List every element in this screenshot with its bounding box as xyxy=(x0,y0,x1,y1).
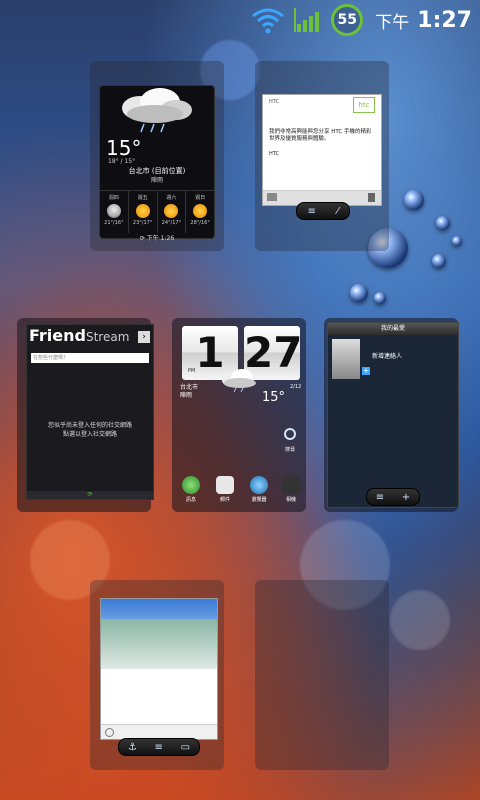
cloud-icon xyxy=(222,369,256,392)
title-light: Stream xyxy=(85,330,130,344)
water-drop xyxy=(436,216,450,230)
clock-ampm: PM xyxy=(188,368,196,374)
screen-thumbnail-7[interactable] xyxy=(255,580,389,770)
map-search-bar[interactable] xyxy=(101,724,217,739)
add-icon[interactable]: + xyxy=(402,492,410,503)
clock-widget[interactable]: 1 27 PM 台北市 陣雨 15° 2/12 xyxy=(178,326,302,406)
clock-condition: 陣雨 xyxy=(180,392,193,399)
note-header: HTC xyxy=(269,99,280,105)
search-label: 搜尋 xyxy=(285,447,296,453)
clock-city-name: 台北市 xyxy=(180,384,199,391)
forecast-day: 週六 24°/17° xyxy=(158,191,187,233)
weather-temperature: 15° xyxy=(106,136,142,160)
bokeh-light xyxy=(390,590,450,650)
title-bold: Friend xyxy=(29,326,86,345)
weather-range: 18° / 15° xyxy=(108,158,136,165)
clock-temperature: 15° xyxy=(262,390,286,405)
messages-icon xyxy=(182,476,200,494)
clock-city: 台北市 陣雨 xyxy=(180,384,198,400)
globe-icon xyxy=(250,476,268,494)
wifi-icon xyxy=(252,8,285,34)
menu-icon[interactable]: ≡ xyxy=(376,492,384,503)
status-ampm: 下午 xyxy=(375,12,410,33)
add-contact-label[interactable]: 新增連絡人 xyxy=(372,351,402,360)
forecast-day-name: 週五 xyxy=(137,195,148,201)
camera-app[interactable]: 相機 xyxy=(278,476,304,503)
contacts-controls: ≡ + xyxy=(366,488,420,506)
refresh-icon[interactable]: ⟳ xyxy=(27,491,153,499)
sun-icon xyxy=(193,204,208,218)
friend-stream-widget[interactable]: FriendStream › 在想些什麼嗎？ 您似乎尚未登入任何的社交網路 點選… xyxy=(26,324,154,500)
friend-stream-title: FriendStream xyxy=(29,326,129,345)
sun-icon xyxy=(164,204,179,218)
weather-forecast: 週四 21°/16° 週五 23°/17° 週六 24°/17° 週日 28°/… xyxy=(100,190,214,233)
navigation-icon[interactable]: ⚓ xyxy=(128,742,137,753)
note-signature: HTC xyxy=(269,151,280,157)
water-drop xyxy=(374,292,386,304)
app-label: 郵件 xyxy=(219,497,230,503)
htc-logo-text: htc xyxy=(358,101,370,109)
rain-cloud-icon xyxy=(122,88,192,133)
forecast-day-name: 週日 xyxy=(195,195,206,201)
navigation-controls: ⚓ ≡ ▭ xyxy=(118,738,200,756)
weather-widget[interactable]: 15° 18° / 15° 台北市 (目前位置) 陣雨 週四 21°/16° 週… xyxy=(100,86,214,238)
forecast-day: 週四 21°/16° xyxy=(100,191,129,233)
signal-icon xyxy=(294,8,320,32)
favorites-contacts-widget[interactable]: 我的最愛 + 新增連絡人 xyxy=(327,322,459,508)
app-label: 相機 xyxy=(285,497,296,503)
note-controls: ≡ ⁄ xyxy=(296,202,350,220)
status-time: 1:27 xyxy=(417,7,472,33)
navigation-widget[interactable] xyxy=(100,598,218,740)
forecast-day: 週五 23°/17° xyxy=(129,191,158,233)
search-icon[interactable] xyxy=(284,428,296,440)
messages-app[interactable]: 訊息 xyxy=(178,476,204,503)
note-body: 我們非常高興能與您分享 HTC 手機的精彩世界及優質服務與體驗。 xyxy=(269,129,372,142)
status-bar: 55 下午 1:27 xyxy=(0,0,480,40)
login-message: 您似乎尚未登入任何的社交網路 點選以登入社交網路 xyxy=(27,421,153,439)
rain-cloud-icon xyxy=(106,204,121,218)
forecast-range: 24°/17° xyxy=(161,220,182,226)
favorites-title: 我的最愛 xyxy=(328,323,458,335)
trash-icon[interactable] xyxy=(368,193,375,202)
forecast-day: 週日 28°/16° xyxy=(186,191,214,233)
app-label: 訊息 xyxy=(185,497,196,503)
forecast-range: 21°/16° xyxy=(104,220,124,226)
forecast-range: 28°/16° xyxy=(190,220,210,226)
water-drop xyxy=(404,190,424,210)
camera-icon xyxy=(282,476,300,494)
app-label: 瀏覽器 xyxy=(251,497,267,503)
weather-condition: 陣雨 xyxy=(150,177,163,184)
login-message-line2: 點選以登入社交網路 xyxy=(62,431,117,438)
forecast-range: 23°/17° xyxy=(132,220,153,226)
sun-cloud-icon xyxy=(135,204,150,218)
login-message-line1: 您似乎尚未登入任何的社交網路 xyxy=(47,422,132,429)
battery-icon: 55 xyxy=(331,4,364,36)
htc-logo: htc xyxy=(353,97,375,113)
mail-icon xyxy=(216,476,234,494)
contact-avatar xyxy=(332,339,360,379)
forecast-day-name: 週六 xyxy=(166,195,177,201)
map-image xyxy=(101,619,217,669)
battery-level: 55 xyxy=(337,12,357,28)
browser-app[interactable]: 瀏覽器 xyxy=(246,476,272,503)
water-drop xyxy=(432,254,446,268)
refresh-icon: ⟳ xyxy=(139,235,147,242)
add-contact-icon[interactable]: + xyxy=(362,367,370,375)
weather-updated: ⟳ 下午 1:26 xyxy=(100,233,214,242)
car-icon[interactable]: ▭ xyxy=(181,742,190,753)
water-drop xyxy=(350,284,368,302)
share-icon[interactable] xyxy=(267,193,277,201)
mail-app[interactable]: 郵件 xyxy=(212,476,238,503)
status-input[interactable]: 在想些什麼嗎？ xyxy=(31,353,149,363)
water-drop xyxy=(452,236,462,246)
menu-icon[interactable]: ≡ xyxy=(307,206,315,217)
clock-date: 2/12 xyxy=(290,384,302,390)
expand-arrow-icon[interactable]: › xyxy=(138,331,150,343)
search-icon xyxy=(105,728,114,737)
weather-updated-time: 下午 1:26 xyxy=(146,235,175,242)
htc-note-widget[interactable]: HTC htc 我們非常高興能與您分享 HTC 手機的精彩世界及優質服務與體驗。… xyxy=(262,94,382,206)
forecast-day-name: 週四 xyxy=(108,195,119,201)
menu-icon[interactable]: ≡ xyxy=(155,742,163,753)
edit-icon[interactable]: ⁄ xyxy=(337,206,339,217)
